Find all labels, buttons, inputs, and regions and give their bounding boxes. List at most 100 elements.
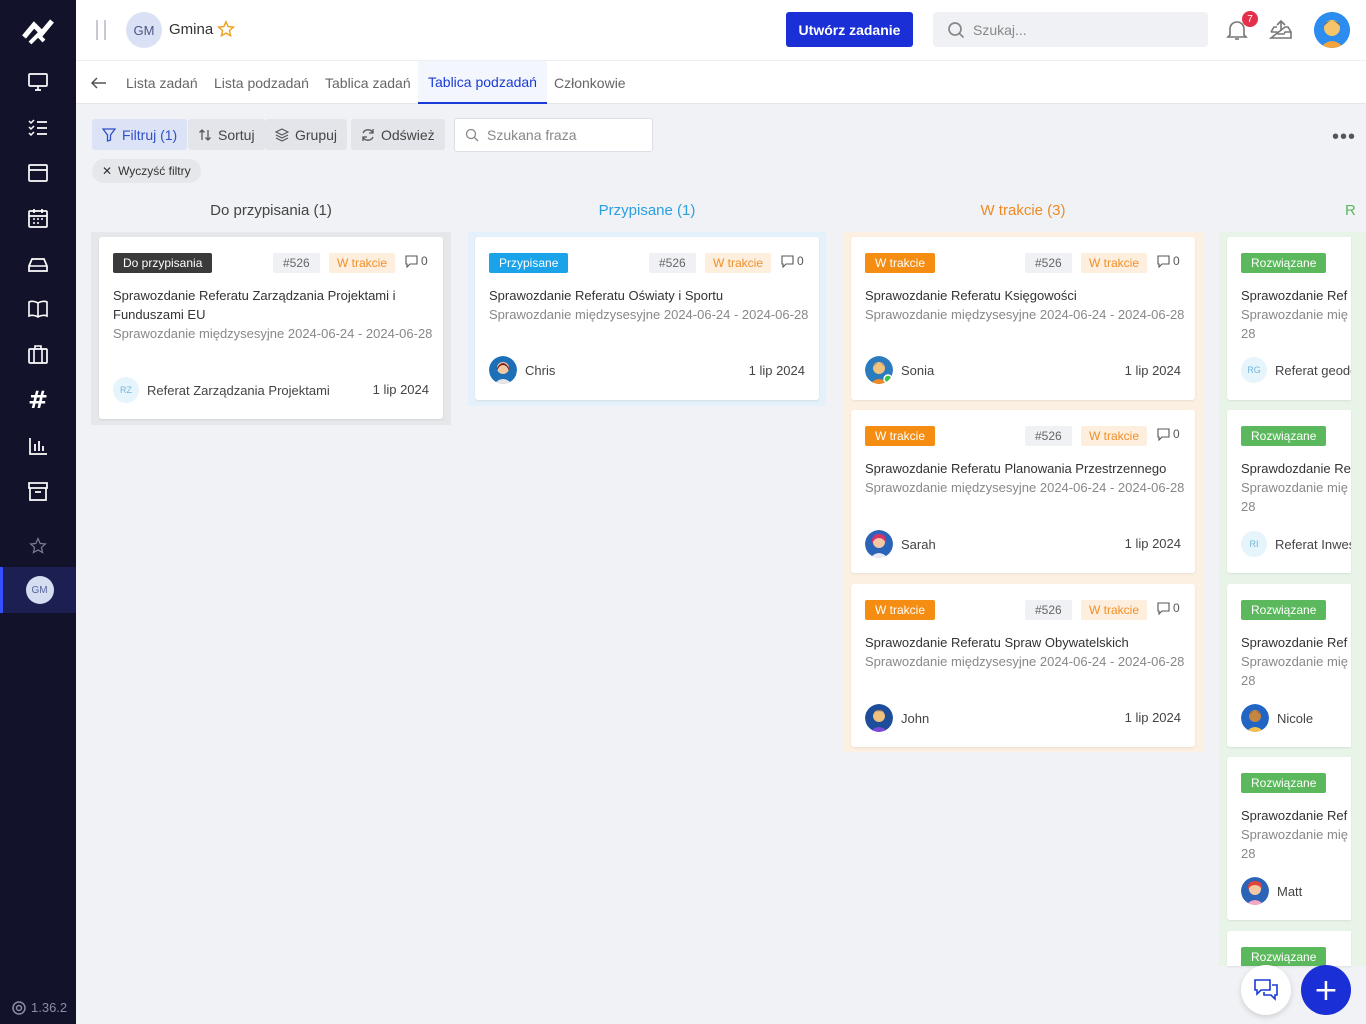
task-id-badge: #526 [1025,253,1072,273]
calendar-icon [28,209,48,228]
sidebar-item-calendar[interactable] [0,195,76,241]
task-list-icon [28,119,47,137]
task-card[interactable]: Przypisane #526 W trakcie 0 Sprawozdanie… [475,237,819,400]
card-title: Sprawozdanie Referatu Zarządzania Projek… [113,288,396,322]
status-badge: W trakcie [865,426,936,446]
task-card[interactable]: Rozwiązane Sprawozdanie Ref Sprawozdanie… [1227,757,1351,920]
assignee-name: John [901,710,930,726]
clear-filters-chip[interactable]: ✕ Wyczyść filtry [92,159,201,183]
group-button[interactable]: Grupuj [265,119,348,150]
column-title-in-progress: W trakcie (3) [980,202,1066,219]
tab-members[interactable]: Członkowie [544,61,636,104]
sort-button[interactable]: Sortuj [188,119,265,150]
sidebar-item-projects[interactable] [0,331,76,377]
refresh-button[interactable]: Odśwież [351,119,445,150]
task-card[interactable]: Rozwiązane Sprawdozdanie Re Sprawozdanie… [1227,410,1351,573]
task-card[interactable]: Rozwiązane Sprawozdanie Ref Sprawozdanie… [1227,237,1351,400]
assignee-name: Matt [1277,883,1303,899]
comment-count: 0 [1157,254,1180,268]
hashtag-icon: # [27,386,49,414]
sidebar-item-board[interactable] [0,150,76,196]
card-subtitle: 28 [1241,846,1256,861]
global-search-input[interactable]: Szukaj... [933,12,1208,47]
upload-tray-icon[interactable] [1269,18,1293,42]
search-icon [948,21,965,38]
close-icon: ✕ [102,164,113,178]
task-card[interactable]: W trakcie #526 W trakcie 0 Sprawozdanie … [851,584,1195,747]
tab-task-list[interactable]: Lista zadań [116,61,208,104]
sidebar-item-knowledge[interactable] [0,286,76,332]
sidebar-item-inbox[interactable] [0,241,76,287]
archive-icon [28,482,48,501]
sidebar-item-dashboard[interactable] [0,59,76,105]
comment-count: 0 [1157,427,1180,441]
assignee-name: Referat Inwes [1275,536,1351,552]
task-card[interactable]: Rozwiązane [1227,931,1351,966]
task-card[interactable]: W trakcie #526 W trakcie 0 Sprawozdanie … [851,237,1195,400]
task-state-badge: W trakcie [1081,426,1148,446]
assignee-avatar [1241,877,1269,905]
sidebar-item-favorites[interactable] [0,523,76,569]
filter-button[interactable]: Filtruj (1) [92,119,188,150]
star-icon [29,537,47,554]
assignee-avatar: RG [1241,357,1267,383]
browser-window-icon [28,164,48,182]
due-date: 1 lip 2024 [1124,363,1181,378]
comment-icon [405,254,418,268]
workspace-name[interactable]: Gmina [169,21,213,38]
add-button[interactable]: + [1301,965,1351,1015]
book-icon [28,300,48,318]
assignee: Nicole [1241,704,1313,732]
task-state-badge: W trakcie [1081,253,1148,273]
back-arrow-icon[interactable] [90,74,108,92]
due-date: 1 lip 2024 [748,363,805,378]
user-avatar[interactable] [1314,12,1350,48]
sort-label: Sortuj [218,126,255,143]
task-card[interactable]: Do przypisania #526 W trakcie 0 Sprawozd… [99,237,443,419]
workspace-avatar: GM [126,12,162,48]
comment-count-value: 0 [1173,601,1180,615]
comment-count-value: 0 [421,254,428,268]
card-subtitle: Sprawozdanie międzysesyjne 2024-06-24 - … [113,326,433,341]
assignee-avatar: RZ [113,377,139,403]
favorite-star-icon[interactable] [217,20,235,38]
sidebar-item-tasks[interactable] [0,104,76,150]
card-title: Sprawozdanie Ref [1241,288,1348,303]
comment-count-value: 0 [797,254,804,268]
filter-label: Filtruj (1) [122,126,178,143]
card-subtitle: Sprawozdanie międzysesyjne 2024-06-24 - … [865,654,1185,669]
phrase-search-input[interactable]: Szukana fraza [454,118,653,152]
assignee-name: Sonia [901,362,935,378]
plus-icon: + [1313,972,1339,1008]
clear-filters-label: Wyczyść filtry [118,164,191,178]
tab-task-board[interactable]: Tablica zadań [315,61,421,104]
sidebar-item-reports[interactable] [0,423,76,469]
lifebuoy-icon [12,1000,26,1015]
chat-button[interactable] [1241,965,1291,1015]
assignee: Sonia [865,356,934,384]
task-card[interactable]: Rozwiązane Sprawozdanie Ref Sprawozdanie… [1227,584,1351,747]
app-logo-icon[interactable] [22,15,54,45]
column-title-resolved: R [1345,202,1356,219]
tab-subtask-list[interactable]: Lista podzadań [204,61,319,104]
assignee-avatar [489,356,517,384]
status-badge: Rozwiązane [1241,426,1327,446]
task-card[interactable]: W trakcie #526 W trakcie 0 Sprawozdanie … [851,410,1195,573]
sidebar-item-channels[interactable]: # [0,377,76,423]
task-state-badge: W trakcie [1081,600,1148,620]
comment-count-value: 0 [1173,427,1180,441]
tab-subtask-board[interactable]: Tablica podzadań [418,61,547,104]
sidebar-toggle-icon[interactable] [96,20,106,40]
sidebar-item-workspace-gm[interactable]: GM [0,567,76,613]
task-id-badge: #526 [649,253,696,273]
create-task-button[interactable]: Utwórz zadanie [786,12,913,47]
sidebar-item-archive[interactable] [0,468,76,514]
dashboard-icon [28,73,48,91]
version-label: 1.36.2 [12,1000,67,1015]
task-state-badge: W trakcie [705,253,772,273]
task-id-badge: #526 [1025,426,1072,446]
comment-icon [1157,254,1170,268]
more-options-icon[interactable]: ••• [1332,126,1356,149]
card-title: Sprawozdanie Referatu Księgowości [865,288,1077,303]
phrase-search-placeholder: Szukana fraza [487,127,577,143]
